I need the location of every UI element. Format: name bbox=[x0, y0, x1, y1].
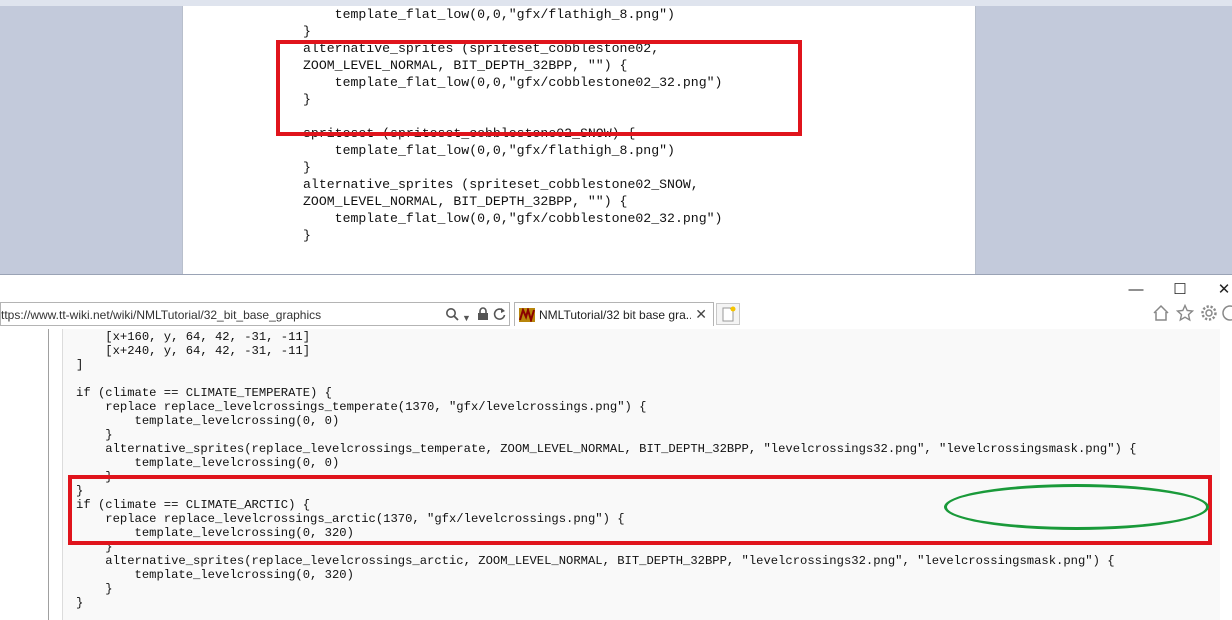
tab-close-button[interactable]: ✕ bbox=[695, 306, 707, 323]
code-line: } bbox=[76, 428, 113, 442]
code-line: template_flat_low(0,0,"gfx/cobblestone02… bbox=[303, 211, 723, 226]
title-bar: — ☐ ✕ bbox=[0, 275, 1232, 303]
code-line: if (climate == CLIMATE_TEMPERATE) { bbox=[76, 386, 332, 400]
lock-icon[interactable] bbox=[477, 307, 489, 324]
foreground-code-block: [x+160, y, 64, 42, -31, -11] [x+240, y, … bbox=[76, 330, 1137, 610]
code-line: [x+160, y, 64, 42, -31, -11] bbox=[76, 330, 311, 344]
code-line: template_levelcrossing(0, 320) bbox=[76, 568, 354, 582]
code-line: } bbox=[303, 24, 311, 39]
url-text[interactable]: ttps://www.tt-wiki.net/wiki/NMLTutorial/… bbox=[1, 308, 321, 322]
dropdown-icon[interactable]: ▼ bbox=[462, 311, 471, 325]
page-content: [x+160, y, 64, 42, -31, -11] [x+240, y, … bbox=[0, 329, 1232, 620]
settings-icon[interactable] bbox=[1200, 304, 1218, 327]
code-line: template_flat_low(0,0,"gfx/flathigh_8.pn… bbox=[303, 7, 675, 22]
close-button[interactable]: ✕ bbox=[1206, 279, 1232, 301]
code-line: replace replace_levelcrossings_temperate… bbox=[76, 400, 647, 414]
site-favicon-icon bbox=[519, 306, 535, 324]
code-line: } bbox=[303, 228, 311, 243]
code-line: ] bbox=[76, 358, 84, 372]
code-line: alternative_sprites (spriteset_cobblesto… bbox=[303, 177, 699, 192]
address-bar[interactable]: ttps://www.tt-wiki.net/wiki/NMLTutorial/… bbox=[0, 302, 510, 326]
browser-window: — ☐ ✕ ttps://www.tt-wiki.net/wiki/NMLTut… bbox=[0, 274, 1232, 620]
smiley-icon[interactable] bbox=[1222, 304, 1232, 327]
scrollbar[interactable] bbox=[1220, 329, 1232, 620]
maximize-button[interactable]: ☐ bbox=[1162, 279, 1198, 301]
home-icon[interactable] bbox=[1152, 304, 1170, 327]
code-line: } bbox=[76, 596, 84, 610]
tab-title: NMLTutorial/32 bit base gra... bbox=[539, 308, 691, 322]
search-icon[interactable] bbox=[445, 307, 459, 324]
favorites-icon[interactable] bbox=[1175, 303, 1195, 327]
content-left-border bbox=[48, 329, 49, 620]
code-line: template_levelcrossing(0, 0) bbox=[76, 456, 340, 470]
code-line: [x+240, y, 64, 42, -31, -11] bbox=[76, 344, 311, 358]
refresh-icon[interactable] bbox=[493, 307, 506, 324]
new-tab-button[interactable] bbox=[716, 303, 740, 325]
code-line: template_levelcrossing(0, 0) bbox=[76, 414, 340, 428]
code-line: alternative_sprites(replace_levelcrossin… bbox=[76, 554, 1115, 568]
code-line: ZOOM_LEVEL_NORMAL, BIT_DEPTH_32BPP, "") … bbox=[303, 194, 628, 209]
code-line: alternative_sprites(replace_levelcrossin… bbox=[76, 442, 1137, 456]
green-ellipse-annotation bbox=[944, 484, 1209, 530]
code-line: } bbox=[303, 160, 311, 175]
red-highlight-box-background bbox=[276, 40, 802, 136]
background-document-window: template_flat_low(0,0,"gfx/flathigh_8.pn… bbox=[0, 0, 1232, 274]
minimize-button[interactable]: — bbox=[1118, 279, 1154, 301]
code-line: } bbox=[76, 582, 113, 596]
code-line: template_flat_low(0,0,"gfx/flathigh_8.pn… bbox=[303, 143, 675, 158]
browser-tab[interactable]: NMLTutorial/32 bit base gra... ✕ bbox=[514, 302, 714, 326]
